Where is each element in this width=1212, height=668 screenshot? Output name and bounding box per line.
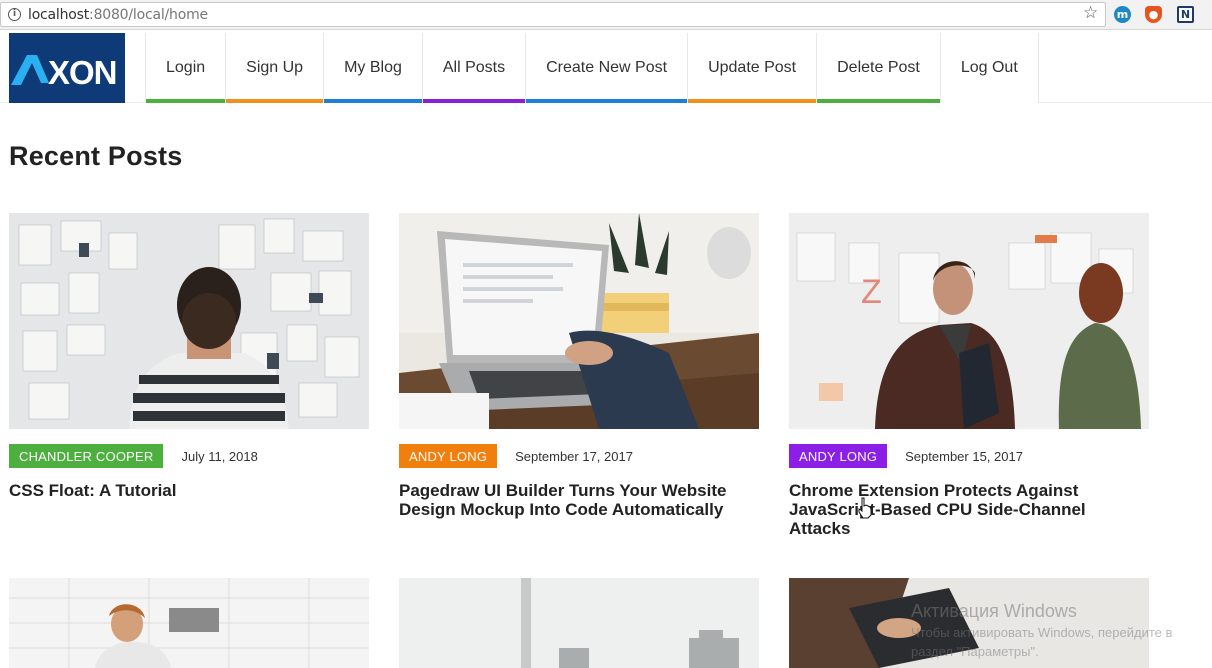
nav-all-posts[interactable]: All Posts <box>422 33 527 103</box>
url-text[interactable]: localhost:8080/local/home <box>28 7 208 23</box>
post-meta: ANDY LONG September 17, 2017 <box>399 444 633 468</box>
windows-activation-line2: раздел "Параметры". <box>911 644 1039 659</box>
url-host: localhost <box>28 7 90 23</box>
nav-update-post[interactable]: Update Post <box>688 33 818 103</box>
post-thumbnail[interactable] <box>9 213 369 429</box>
post-date: July 11, 2018 <box>181 448 258 464</box>
svg-text:XON: XON <box>48 54 117 91</box>
extension-n-icon[interactable]: N <box>1177 6 1194 23</box>
site-logo[interactable]: XON <box>9 33 125 103</box>
post-thumbnail[interactable] <box>9 578 369 668</box>
hand-cursor-icon <box>858 497 872 519</box>
post-title[interactable]: CSS Float: A Tutorial <box>9 481 369 500</box>
post-title[interactable]: Chrome Extension Protects Against JavaSc… <box>789 481 1149 538</box>
post-title[interactable]: Pagedraw UI Builder Turns Your Website D… <box>399 481 759 519</box>
post-thumbnail[interactable] <box>399 213 759 429</box>
author-badge[interactable]: ANDY LONG <box>789 444 888 468</box>
extension-m-icon[interactable]: m <box>1114 6 1131 23</box>
nav-create-new-post[interactable]: Create New Post <box>526 33 689 103</box>
post-thumbnail[interactable]: Z <box>789 213 1149 429</box>
browser-toolbar: i localhost:8080/local/home ☆ m ● N <box>0 0 1212 30</box>
windows-activation-title: Активация Windows <box>911 601 1077 621</box>
nav-delete-post[interactable]: Delete Post <box>817 33 941 103</box>
logo-graphic: XON <box>11 54 118 91</box>
post-date: September 15, 2017 <box>905 448 1023 464</box>
main-nav: Login Sign Up My Blog All Posts Create N… <box>145 33 1039 103</box>
bookmark-star-icon[interactable]: ☆ <box>1083 3 1098 23</box>
windows-activation-line1: Чтобы активировать Windows, перейдите в <box>911 625 1173 640</box>
post-thumbnail[interactable] <box>399 578 759 668</box>
post-date: September 17, 2017 <box>515 448 633 464</box>
info-icon[interactable]: i <box>8 8 21 21</box>
url-path: :8080/local/home <box>89 7 208 23</box>
nav-login[interactable]: Login <box>146 33 227 103</box>
extension-shield-icon[interactable]: ● <box>1145 6 1162 23</box>
page-title: Recent Posts <box>9 141 183 171</box>
post-meta: CHANDLER COOPER July 11, 2018 <box>9 444 258 468</box>
post-meta: ANDY LONG September 15, 2017 <box>789 444 1023 468</box>
nav-my-blog[interactable]: My Blog <box>324 33 423 103</box>
author-badge[interactable]: CHANDLER COOPER <box>9 444 164 468</box>
address-bar[interactable]: i localhost:8080/local/home <box>0 2 1106 27</box>
nav-sign-up[interactable]: Sign Up <box>226 33 325 103</box>
site-header: XON Login Sign Up My Blog All Posts Crea… <box>0 31 1212 103</box>
nav-log-out[interactable]: Log Out <box>940 33 1039 103</box>
svg-text:Z: Z <box>861 273 882 311</box>
author-badge[interactable]: ANDY LONG <box>399 444 498 468</box>
